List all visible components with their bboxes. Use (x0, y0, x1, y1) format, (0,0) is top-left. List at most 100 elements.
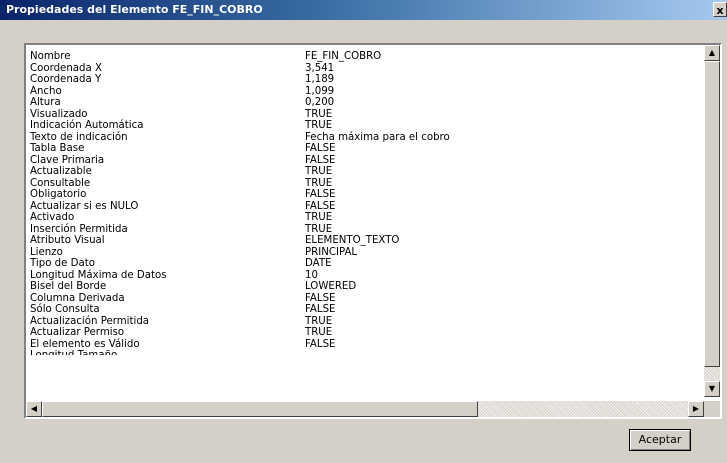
property-name: Inserción Permitida (30, 223, 128, 235)
scroll-left-button[interactable]: ◀ (26, 401, 42, 417)
property-value: TRUE (305, 315, 333, 327)
property-value: Fecha máxima para el cobro (305, 131, 450, 143)
property-value: TRUE (305, 108, 333, 120)
property-value: FALSE (305, 304, 336, 315)
property-row[interactable]: Indicación Automática TRUE (30, 120, 704, 132)
scrollbar-corner (704, 401, 720, 417)
property-name: Altura (30, 97, 61, 108)
title-bar[interactable]: Propiedades del Elemento FE_FIN_COBRO x (0, 0, 727, 20)
property-value: 3,541 (305, 62, 335, 74)
property-value: FALSE (305, 143, 336, 154)
property-row[interactable]: Nombre FE_FIN_COBRO (30, 51, 704, 63)
property-name: Bisel del Borde (30, 281, 107, 292)
property-row[interactable]: Clave Primaria FALSE (30, 155, 704, 167)
property-name: Actualizar si es NULO (30, 200, 139, 212)
property-row[interactable]: Obligatorio FALSE (30, 189, 704, 201)
property-value: FALSE (305, 200, 336, 212)
arrow-right-icon: ▶ (692, 404, 700, 413)
window-title: Propiedades del Elemento FE_FIN_COBRO (6, 3, 263, 16)
property-name: Indicación Automática (30, 120, 144, 131)
property-row[interactable]: Tabla Base FALSE (30, 143, 704, 155)
property-name: Texto de indicación (30, 131, 128, 143)
property-row[interactable]: Atributo Visual ELEMENTO_TEXTO (30, 235, 704, 247)
property-name: Longitud Tamaño (30, 350, 118, 361)
vertical-scroll-thumb[interactable] (704, 61, 720, 367)
property-name: El elemento es Válido (30, 338, 140, 350)
property-value: DATE (305, 258, 332, 269)
property-row[interactable]: Coordenada Y 1,189 (30, 74, 704, 86)
property-value: FE_FIN_COBRO (305, 51, 382, 62)
property-value: FALSE (305, 292, 336, 304)
property-row[interactable]: Texto de indicación Fecha máxima para el … (30, 132, 704, 144)
property-name: Longitud Máxima de Datos (30, 269, 167, 281)
property-value: FALSE (305, 154, 336, 166)
property-value: TRUE (305, 177, 333, 189)
scroll-right-button[interactable]: ▶ (688, 401, 704, 417)
property-rows: Nombre FE_FIN_COBRO Coordenada X 3,541 Coord… (30, 51, 704, 395)
property-value: FALSE (305, 338, 336, 350)
property-name: Coordenada X (30, 62, 102, 74)
property-name: Lienzo (30, 246, 63, 258)
property-row[interactable]: Coordenada X 3,541 (30, 63, 704, 75)
accept-button[interactable]: Aceptar (629, 429, 691, 451)
property-value: ELEMENTO_TEXTO (305, 235, 400, 246)
horizontal-scrollbar[interactable]: ◀ ▶ (26, 401, 704, 417)
property-name: Tipo de Dato (30, 258, 95, 269)
property-name: Tabla Base (30, 143, 85, 154)
property-row[interactable]: Ancho 1,099 (30, 86, 704, 98)
property-row[interactable]: Actualizable TRUE (30, 166, 704, 178)
property-row[interactable]: Activado TRUE (30, 212, 704, 224)
property-name: Atributo Visual (30, 235, 105, 246)
property-value: 0,200 (305, 97, 335, 108)
horizontal-scroll-thumb[interactable] (42, 401, 478, 417)
vertical-scrollbar[interactable]: ▲ ▼ (704, 45, 720, 397)
property-row[interactable]: Tipo de Dato DATE (30, 258, 704, 270)
property-name: Columna Derivada (30, 292, 125, 304)
arrow-up-icon: ▲ (708, 48, 716, 57)
close-icon: x (716, 4, 724, 17)
property-name: Activado (30, 212, 75, 223)
property-row[interactable]: Bisel del Borde LOWERED (30, 281, 704, 293)
property-row[interactable]: Consultable TRUE (30, 178, 704, 190)
property-name: Nombre (30, 51, 71, 62)
arrow-left-icon: ◀ (30, 404, 38, 413)
property-row[interactable]: Altura 0,200 (30, 97, 704, 109)
properties-list[interactable]: Nombre FE_FIN_COBRO Coordenada X 3,541 Coord… (24, 43, 722, 419)
property-value: TRUE (305, 327, 333, 338)
property-name: Coordenada Y (30, 74, 102, 85)
property-name: Actualizable (30, 166, 92, 177)
properties-dialog: Propiedades del Elemento FE_FIN_COBRO x … (0, 0, 727, 463)
property-value: 1,189 (305, 74, 335, 85)
property-value: TRUE (305, 223, 333, 235)
property-row[interactable]: Sólo Consulta FALSE (30, 304, 704, 316)
property-row[interactable]: Actualización Permitida TRUE (30, 316, 704, 328)
property-name: Ancho (30, 85, 62, 97)
property-value: FALSE (305, 189, 336, 200)
property-value: LOWERED (305, 281, 357, 292)
property-row[interactable]: El elemento es Válido FALSE (30, 339, 704, 351)
property-name: Obligatorio (30, 189, 87, 200)
property-row[interactable]: Visualizado TRUE (30, 109, 704, 121)
property-row[interactable]: Lienzo PRINCIPAL (30, 247, 704, 259)
property-row[interactable]: Inserción Permitida TRUE (30, 224, 704, 236)
scroll-up-button[interactable]: ▲ (704, 45, 720, 61)
property-value: PRINCIPAL (305, 246, 358, 258)
property-name: Clave Primaria (30, 154, 105, 166)
property-value: TRUE (305, 120, 333, 131)
property-row[interactable]: Longitud Tamaño (30, 350, 704, 361)
property-name: Actualizar Permiso (30, 327, 125, 338)
property-name: Actualización Permitida (30, 315, 150, 327)
property-value: 1,099 (305, 85, 335, 97)
property-name: Visualizado (30, 108, 88, 120)
property-name: Sólo Consulta (30, 304, 100, 315)
property-value: TRUE (305, 166, 333, 177)
property-row[interactable]: Actualizar Permiso TRUE (30, 327, 704, 339)
property-name: Consultable (30, 177, 91, 189)
property-value: TRUE (305, 212, 333, 223)
scroll-down-button[interactable]: ▼ (704, 381, 720, 397)
property-row[interactable]: Actualizar si es NULO FALSE (30, 201, 704, 213)
property-row[interactable]: Columna Derivada FALSE (30, 293, 704, 305)
close-button[interactable]: x (713, 2, 727, 17)
arrow-down-icon: ▼ (708, 384, 716, 393)
property-row[interactable]: Longitud Máxima de Datos 10 (30, 270, 704, 282)
